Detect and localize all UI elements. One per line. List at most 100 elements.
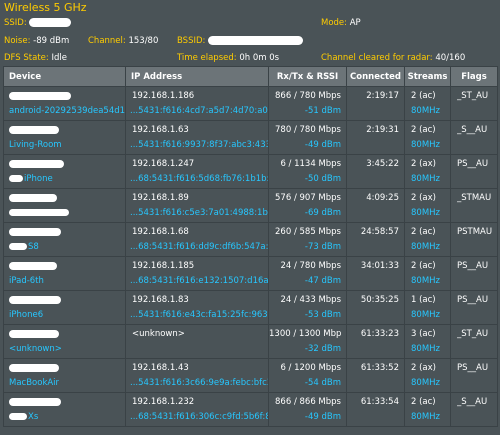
- device-name[interactable]: S8: [28, 242, 39, 252]
- device-cell: [3, 188, 126, 223]
- radar-cleared-label: Channel cleared for radar:: [321, 53, 433, 63]
- device-name[interactable]: Xs: [28, 412, 38, 422]
- rx-tx-rate: 24 / 433 Mbps: [280, 295, 341, 305]
- stream-count: 2 (ac): [411, 261, 436, 271]
- rx-tx-rate: 24 / 780 Mbps: [280, 261, 341, 271]
- device-name[interactable]: iPhone6: [9, 310, 43, 320]
- dfs-info: DFS State: Idle: [4, 53, 67, 63]
- device-cell: Xs: [3, 392, 126, 427]
- client-table: Device IP Address Rx/Tx & RSSI Connected…: [3, 66, 498, 427]
- channel-width: 80MHz: [411, 412, 441, 422]
- table-row: Xs 192.168.1.232 ...68:5431:f616:306c:c9fd…: [3, 392, 498, 427]
- ipv4-address: 192.168.1.83: [132, 295, 189, 305]
- col-header-connected[interactable]: Connected: [346, 66, 405, 87]
- streams-cell: 2 (ac) 80MHz: [404, 120, 451, 155]
- col-header-rate[interactable]: Rx/Tx & RSSI: [268, 66, 347, 87]
- ipv6-address: [126, 343, 268, 356]
- mac-redacted: [9, 159, 64, 168]
- streams-cell: 2 (ac) 80MHz: [404, 86, 451, 121]
- device-name[interactable]: <unknown>: [9, 344, 62, 354]
- table-row: iPhone6 192.168.1.83 ...5431:f616:e43c:fa1…: [3, 290, 498, 325]
- rate-cell: 24 / 433 Mbps -53 dBm: [268, 290, 347, 325]
- client-flags: _S__AU: [457, 125, 488, 135]
- rx-tx-rate: 1300 / 1300 Mbps: [269, 329, 341, 339]
- channel-width: 80MHz: [411, 208, 441, 218]
- ipv6-address: ...5431:f616:c5e3:7a01:4988:1bfa,2: [130, 208, 268, 218]
- col-header-flags[interactable]: Flags: [450, 66, 498, 87]
- connected-cell: 61:33:23: [346, 324, 405, 359]
- flags-cell: _STMAU: [450, 188, 498, 223]
- connected-cell: 50:35:25: [346, 290, 405, 325]
- device-name[interactable]: android-20292539dea54d15: [9, 106, 125, 116]
- stream-count: 2 (ac): [411, 397, 436, 407]
- rx-tx-rate: 866 / 866 Mbps: [275, 397, 341, 407]
- device-cell: S8: [3, 222, 126, 257]
- ssid-label: SSID:: [4, 18, 27, 28]
- ipv6-address: ...68:5431:f616:5d68:fb76:1b1b:df9e: [130, 174, 268, 184]
- device-name[interactable]: iPhone: [24, 174, 53, 184]
- connected-time: 61:33:52: [360, 363, 399, 373]
- stream-count: 2 (ax): [411, 193, 436, 203]
- client-flags: _S__AU: [457, 397, 488, 407]
- channel-width: 80MHz: [411, 174, 441, 184]
- channel-width: 80MHz: [411, 276, 441, 286]
- rssi-value: -53 dBm: [304, 310, 341, 320]
- flags-cell: PSTMAU: [450, 222, 498, 257]
- rate-cell: 576 / 907 Mbps -69 dBm: [268, 188, 347, 223]
- ipv4-address: 192.168.1.89: [132, 193, 189, 203]
- connected-cell: 34:01:33: [346, 256, 405, 291]
- ipv4-address: 192.168.1.247: [132, 159, 195, 169]
- connected-time: 61:33:23: [360, 329, 399, 339]
- rssi-value: -47 dBm: [304, 276, 341, 286]
- connected-time: 24:58:57: [360, 227, 399, 237]
- elapsed-value: 0h 0m 0s: [239, 53, 280, 63]
- mac-redacted: [9, 295, 61, 304]
- ip-cell: 192.168.1.83 ...5431:f616:e43c:fa15:25fc:…: [125, 290, 269, 325]
- device-cell: <unknown>: [3, 324, 126, 359]
- name-redacted: [9, 413, 27, 420]
- col-header-streams[interactable]: Streams: [404, 66, 451, 87]
- col-header-device[interactable]: Device: [3, 66, 126, 87]
- ipv6-address: ...68:5431:f616:e132:1507:d16a:6996: [130, 276, 268, 286]
- streams-cell: 2 (ac) 80MHz: [404, 256, 451, 291]
- rx-tx-rate: 780 / 780 Mbps: [275, 125, 341, 135]
- ipv6-address: ...68:5431:f616:dd9c:df6b:547a:3237: [130, 242, 268, 252]
- ip-cell: 192.168.1.247 ...68:5431:f616:5d68:fb76:1…: [125, 154, 269, 189]
- mac-redacted: [9, 329, 59, 338]
- ip-cell: 192.168.1.63 ...5431:f616:9937:8f37:abc3:…: [125, 120, 269, 155]
- device-cell: android-20292539dea54d15: [3, 86, 126, 121]
- stream-count: 2 (ac): [411, 125, 436, 135]
- bssid-label: BSSID:: [177, 36, 206, 46]
- rate-cell: 260 / 585 Mbps -73 dBm: [268, 222, 347, 257]
- mac-redacted: [9, 397, 61, 406]
- streams-cell: 2 (ac) 80MHz: [404, 222, 451, 257]
- client-flags: _ST_AU: [457, 91, 489, 101]
- noise-value: -89 dBm: [33, 36, 70, 46]
- connected-time: 50:35:25: [360, 295, 399, 305]
- channel-value: 153/80: [128, 36, 159, 46]
- streams-cell: 2 (ax) 80MHz: [404, 188, 451, 223]
- stream-count: 2 (ac): [411, 91, 436, 101]
- dfs-label: DFS State:: [4, 53, 49, 63]
- ip-cell: 192.168.1.185 ...68:5431:f616:e132:1507:d…: [125, 256, 269, 291]
- connected-cell: 3:45:22: [346, 154, 405, 189]
- elapsed-label: Time elapsed:: [177, 53, 237, 63]
- rate-cell: 24 / 780 Mbps -47 dBm: [268, 256, 347, 291]
- ipv4-address: <unknown>: [132, 329, 185, 339]
- bssid-redacted: [208, 36, 304, 45]
- stream-count: 3 (ac): [411, 329, 436, 339]
- col-header-ip[interactable]: IP Address: [125, 66, 269, 87]
- dfs-value: Idle: [51, 53, 67, 63]
- flags-cell: _ST_AU: [450, 86, 498, 121]
- connected-cell: 2:19:31: [346, 120, 405, 155]
- noise-label: Noise:: [4, 36, 31, 46]
- device-name[interactable]: Living-Room: [9, 140, 62, 150]
- device-cell: iPhone6: [3, 290, 126, 325]
- rate-cell: 866 / 866 Mbps -49 dBm: [268, 392, 347, 427]
- panel-title: Wireless 5 GHz: [4, 1, 87, 14]
- device-name[interactable]: iPad-6th: [9, 276, 44, 286]
- streams-cell: 3 (ac) 80MHz: [404, 324, 451, 359]
- device-name[interactable]: MacBookAir: [9, 378, 59, 388]
- mode-info: Mode: AP: [321, 18, 361, 28]
- name-redacted: [9, 243, 27, 250]
